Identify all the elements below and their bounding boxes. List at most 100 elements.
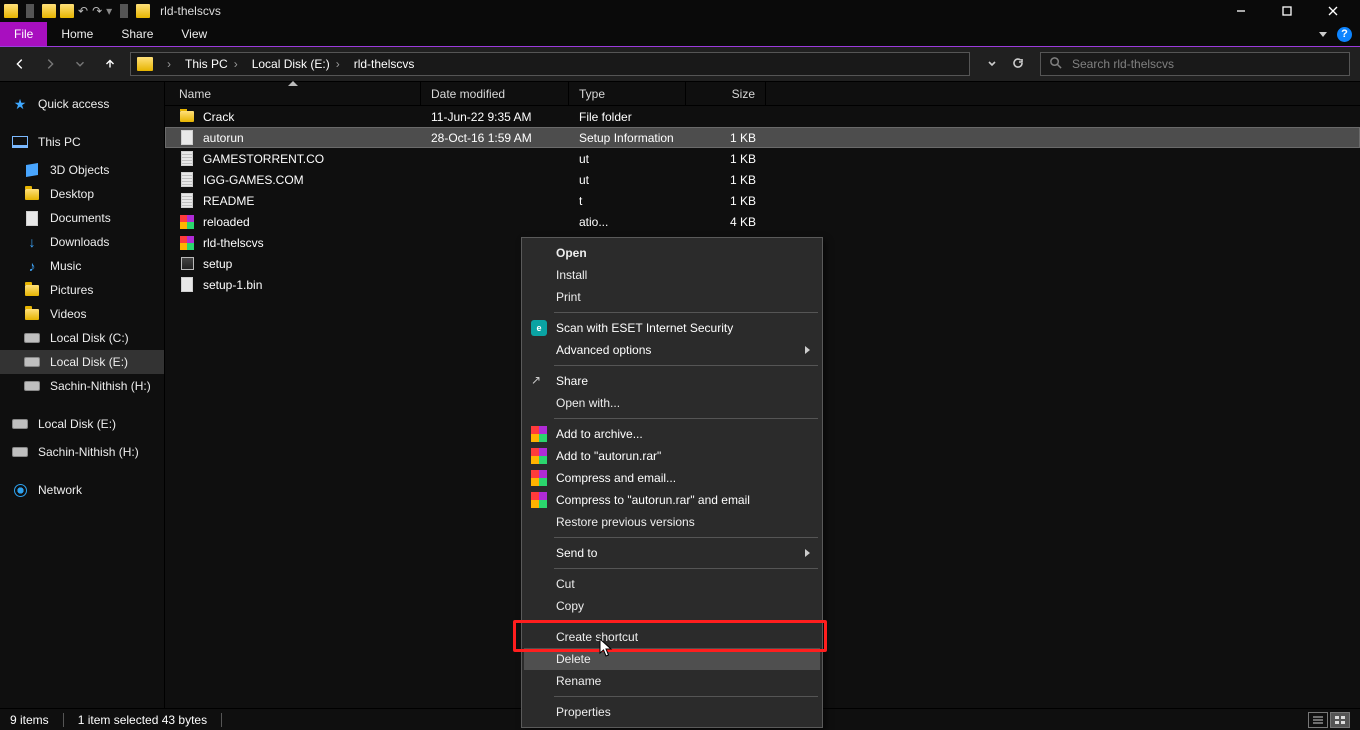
sidebar-item[interactable]: ♪Music <box>0 254 164 278</box>
breadcrumb-root-chev[interactable]: › <box>159 55 177 73</box>
ctx-delete[interactable]: Delete <box>524 648 820 670</box>
sidebar-item[interactable]: Sachin-Nithish (H:) <box>0 374 164 398</box>
ctx-open-with[interactable]: Open with... <box>524 392 820 414</box>
ctx-advanced[interactable]: Advanced options <box>524 339 820 361</box>
qat-sep <box>26 4 34 18</box>
sidebar-item[interactable]: Sachin-Nithish (H:) <box>0 440 164 464</box>
content: Name Date modified Type Size Crack11-Jun… <box>165 82 1360 708</box>
ctx-print[interactable]: Print <box>524 286 820 308</box>
ctx-share[interactable]: ↗Share <box>524 370 820 392</box>
search-input[interactable] <box>1070 56 1341 72</box>
share-icon: ↗ <box>531 373 547 389</box>
sidebar-item[interactable]: Local Disk (E:) <box>0 350 164 374</box>
file-row[interactable]: reloadedatio...4 KB <box>165 211 1360 232</box>
col-date[interactable]: Date modified <box>421 82 569 105</box>
column-headers: Name Date modified Type Size <box>165 82 1360 106</box>
redo-icon[interactable]: ↷ <box>92 4 102 18</box>
nav-back-button[interactable] <box>10 54 30 74</box>
ctx-compress-rar-email[interactable]: Compress to "autorun.rar" and email <box>524 489 820 511</box>
search-box[interactable] <box>1040 52 1350 76</box>
ctx-rename[interactable]: Rename <box>524 670 820 692</box>
ctx-properties[interactable]: Properties <box>524 701 820 723</box>
address-dropdown-icon[interactable] <box>986 57 998 72</box>
sidebar-item[interactable]: Pictures <box>0 278 164 302</box>
breadcrumb-thispc[interactable]: This PC› <box>179 55 244 73</box>
ctx-eset-scan[interactable]: eScan with ESET Internet Security <box>524 317 820 339</box>
file-row[interactable]: IGG-GAMES.COMut1 KB <box>165 169 1360 190</box>
sidebar-item[interactable]: Local Disk (E:) <box>0 412 164 436</box>
nav-up-button[interactable] <box>100 54 120 74</box>
document-icon <box>181 151 193 166</box>
sidebar-item[interactable]: ↓Downloads <box>0 230 164 254</box>
view-details-button[interactable] <box>1308 712 1328 728</box>
sidebar-item[interactable]: 3D Objects <box>0 158 164 182</box>
breadcrumb-drive[interactable]: Local Disk (E:)› <box>246 55 346 73</box>
sidebar-quick-access[interactable]: ★ Quick access <box>0 92 164 116</box>
breadcrumb-icon <box>137 57 153 71</box>
refresh-icon[interactable] <box>1012 57 1024 72</box>
ctx-open[interactable]: Open <box>524 242 820 264</box>
undo-icon[interactable]: ↶ <box>78 4 88 18</box>
col-type[interactable]: Type <box>569 82 686 105</box>
chevron-right-icon <box>805 549 810 557</box>
ctx-send-to[interactable]: Send to <box>524 542 820 564</box>
ctx-add-archive[interactable]: Add to archive... <box>524 423 820 445</box>
sidebar-item[interactable]: Desktop <box>0 182 164 206</box>
ctx-add-rar[interactable]: Add to "autorun.rar" <box>524 445 820 467</box>
file-row[interactable]: Crack11-Jun-22 9:35 AMFile folder <box>165 106 1360 127</box>
tab-home[interactable]: Home <box>47 22 107 46</box>
ribbon: File Home Share View ? <box>0 22 1360 46</box>
rar-icon <box>531 470 547 486</box>
nav-forward-button[interactable] <box>40 54 60 74</box>
window-title: rld-thelscvs <box>160 4 221 18</box>
sidebar-this-pc[interactable]: This PC <box>0 130 164 154</box>
ctx-install[interactable]: Install <box>524 264 820 286</box>
ribbon-expand-icon[interactable] <box>1319 32 1327 37</box>
ctx-copy[interactable]: Copy <box>524 595 820 617</box>
explorer-window: ↶ ↷ ▾ rld-thelscvs File Home Share View … <box>0 0 1360 730</box>
file-name: setup-1.bin <box>203 278 262 292</box>
document-icon <box>26 211 38 226</box>
col-name[interactable]: Name <box>165 82 421 105</box>
view-large-button[interactable] <box>1330 712 1350 728</box>
rar-icon <box>531 426 547 442</box>
search-icon <box>1049 56 1062 72</box>
col-size[interactable]: Size <box>686 82 766 105</box>
tab-view[interactable]: View <box>167 22 221 46</box>
ctx-create-shortcut[interactable]: Create shortcut <box>524 626 820 648</box>
close-button[interactable] <box>1310 0 1356 22</box>
archive-icon <box>180 215 194 229</box>
nav-recent-button[interactable] <box>70 54 90 74</box>
drive-icon <box>24 381 40 391</box>
ctx-cut[interactable]: Cut <box>524 573 820 595</box>
minimize-button[interactable] <box>1218 0 1264 22</box>
file-name: README <box>203 194 254 208</box>
tab-share[interactable]: Share <box>107 22 167 46</box>
file-row[interactable]: READMEt1 KB <box>165 190 1360 211</box>
sidebar-item[interactable]: Documents <box>0 206 164 230</box>
file-row[interactable]: autorun28-Oct-16 1:59 AMSetup Informatio… <box>165 127 1360 148</box>
qat-icon-1[interactable] <box>4 4 18 18</box>
maximize-button[interactable] <box>1264 0 1310 22</box>
breadcrumb[interactable]: › This PC› Local Disk (E:)› rld-thelscvs <box>130 52 970 76</box>
status-count: 9 items <box>10 713 49 727</box>
ctx-restore[interactable]: Restore previous versions <box>524 511 820 533</box>
star-icon: ★ <box>12 96 28 112</box>
sidebar-network[interactable]: Network <box>0 478 164 502</box>
address-bar: › This PC› Local Disk (E:)› rld-thelscvs <box>0 46 1360 82</box>
qat-icon-2[interactable] <box>42 4 56 18</box>
help-icon[interactable]: ? <box>1337 27 1352 42</box>
sidebar-item[interactable]: Videos <box>0 302 164 326</box>
file-row[interactable]: GAMESTORRENT.COut1 KB <box>165 148 1360 169</box>
document-icon <box>181 193 193 208</box>
qat-icon-3[interactable] <box>60 4 74 18</box>
breadcrumb-folder[interactable]: rld-thelscvs <box>348 55 421 73</box>
download-icon: ↓ <box>29 234 36 250</box>
title-sep <box>120 4 128 18</box>
tab-file[interactable]: File <box>0 22 47 46</box>
qat-dropdown[interactable]: ▾ <box>106 4 112 18</box>
sidebar-item[interactable]: Local Disk (C:) <box>0 326 164 350</box>
file-name: autorun <box>203 131 244 145</box>
file-name: GAMESTORRENT.CO <box>203 152 324 166</box>
ctx-compress-email[interactable]: Compress and email... <box>524 467 820 489</box>
